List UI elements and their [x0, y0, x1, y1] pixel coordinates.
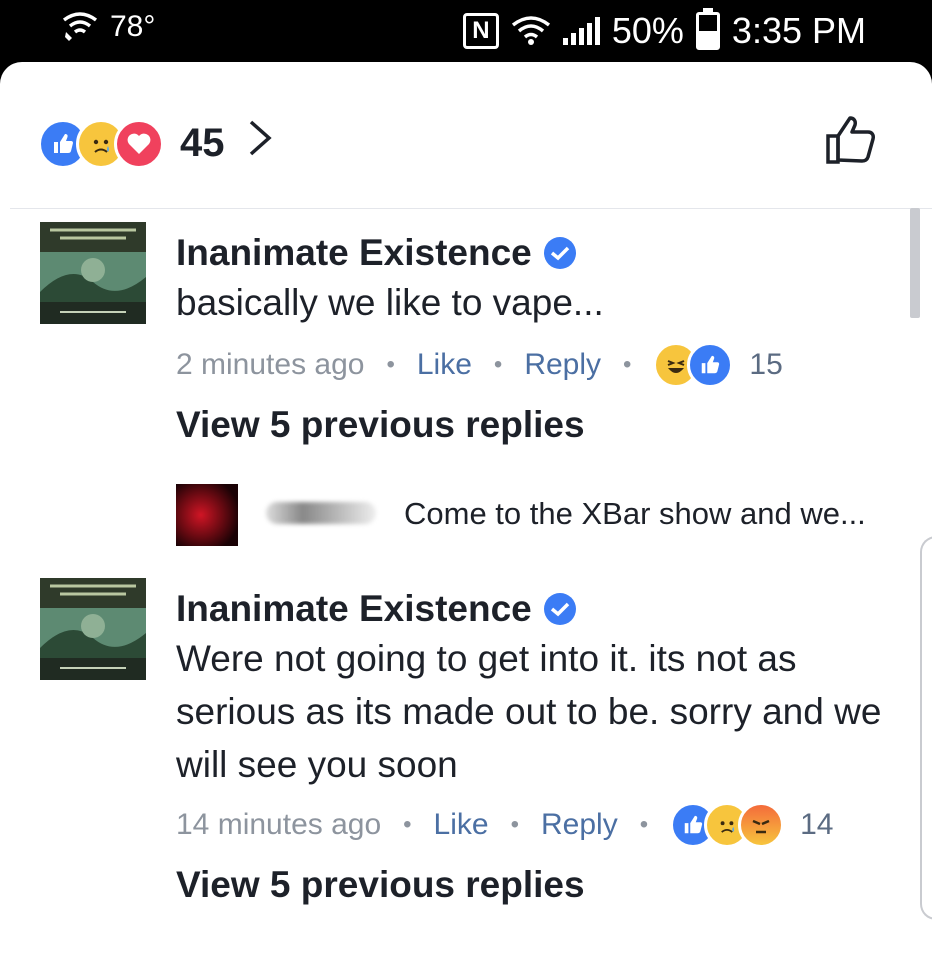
battery-percent: 50%	[611, 10, 684, 51]
thumbs-up-outline-icon	[826, 116, 875, 164]
reply-button[interactable]: Reply	[524, 348, 601, 382]
comment-meta: 2 minutes ago • Like • Reply • 15	[176, 342, 783, 388]
battery-icon	[695, 8, 720, 50]
separator-dot: •	[623, 351, 632, 378]
comment-text: Were not going to get into it. its not a…	[176, 638, 882, 785]
angry-reaction-icon	[738, 802, 785, 848]
separator-dot: •	[403, 811, 412, 838]
chevron-right-icon	[247, 118, 273, 169]
comment-time: 2 minutes ago	[176, 348, 365, 381]
separator-dot: •	[386, 351, 395, 378]
reply-author-avatar	[176, 484, 238, 546]
comment-text: basically we like to vape...	[176, 282, 604, 323]
reaction-count: 15	[749, 348, 783, 381]
signal-icon	[562, 17, 600, 45]
author-avatar[interactable]	[40, 578, 146, 680]
author-name[interactable]: Inanimate Existence	[176, 588, 532, 630]
comment-time: 14 minutes ago	[176, 808, 382, 841]
reply-preview-text: Come to the XBar show and we...	[404, 496, 866, 531]
author-row: Inanimate Existence	[176, 232, 576, 274]
like-comment-button[interactable]: Like	[417, 348, 472, 382]
comment-reactions[interactable]	[670, 802, 785, 848]
nfc-icon: N	[462, 13, 499, 49]
temperature: 78°	[110, 10, 156, 43]
reactions-header: 45	[0, 62, 932, 208]
like-post-button[interactable]	[824, 112, 880, 168]
clock: 3:35 PM	[731, 10, 866, 51]
author-name[interactable]: Inanimate Existence	[176, 232, 532, 274]
battery-fill	[698, 31, 717, 47]
author-row: Inanimate Existence	[176, 588, 576, 630]
separator-dot: •	[639, 811, 649, 838]
wifi-icon	[511, 16, 550, 45]
separator-dot: •	[510, 811, 519, 838]
blurred-author-name	[266, 502, 376, 524]
view-previous-replies[interactable]: View 5 previous replies	[176, 404, 585, 446]
view-previous-replies[interactable]: View 5 previous replies	[176, 864, 585, 906]
comment-reactions[interactable]	[653, 342, 734, 388]
verified-badge-icon	[543, 593, 576, 625]
verified-badge-icon	[543, 237, 576, 269]
separator-dot: •	[493, 351, 503, 378]
status-left: 78°	[60, 10, 155, 44]
like-comment-button[interactable]: Like	[434, 808, 489, 842]
reactions-summary[interactable]: 45	[38, 118, 273, 169]
love-reaction-icon	[114, 118, 164, 169]
reply-preview[interactable]: Come to the XBar show and we...	[176, 484, 896, 548]
reaction-count: 14	[800, 808, 834, 841]
status-right: N 50% 3:35 PM	[462, 8, 866, 52]
reply-button[interactable]: Reply	[541, 808, 618, 842]
author-avatar[interactable]	[40, 222, 146, 324]
scrollbar[interactable]	[910, 208, 920, 318]
comments-sheet: 45 Inanimate Existence basically we like…	[0, 62, 932, 960]
comment-meta: 14 minutes ago • Like • Reply • 14	[176, 802, 833, 848]
header-divider	[10, 208, 932, 209]
total-reactions-count: 45	[180, 121, 225, 165]
side-panel-edge[interactable]	[920, 536, 932, 920]
like-reaction-icon	[687, 342, 734, 388]
status-bar: 78° N 50% 3:35 PM	[0, 0, 932, 62]
wifi-calling-icon	[62, 12, 98, 41]
